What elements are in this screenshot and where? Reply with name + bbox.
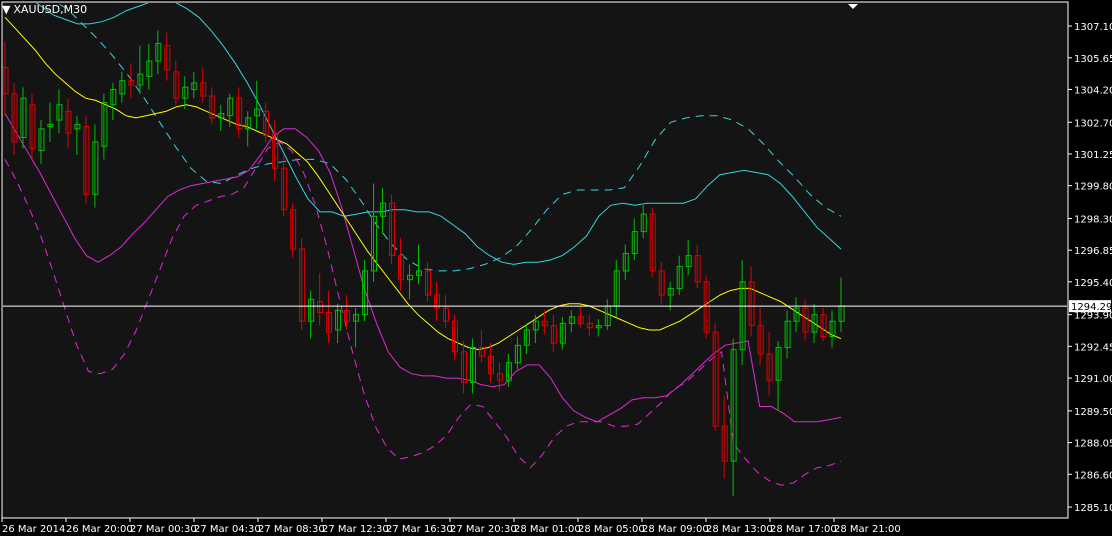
y-tick-label: 1298.30	[1074, 214, 1112, 225]
y-tick-label: 1288.05	[1074, 439, 1112, 450]
plot-area	[1, 1, 1069, 519]
y-tick-label: 1304.20	[1074, 85, 1112, 96]
symbol-title[interactable]: ▼ XAUUSD,M30	[2, 2, 87, 18]
x-tick-label: 27 Mar 20:30	[450, 524, 517, 535]
x-tick-label: 27 Mar 04:30	[194, 524, 261, 535]
y-tick-label: 1299.80	[1074, 182, 1112, 193]
x-tick-label: 28 Mar 13:00	[706, 524, 773, 535]
y-tick-label: 1302.70	[1074, 118, 1112, 129]
y-tick-label: 1286.60	[1074, 470, 1112, 481]
y-tick-label: 1289.50	[1074, 407, 1112, 418]
y-tick-label: 1305.65	[1074, 54, 1112, 65]
y-tick-label: 1285.10	[1074, 503, 1112, 514]
current-price-label: 1294.29	[1071, 302, 1112, 313]
y-tick-label: 1301.25	[1074, 150, 1112, 161]
y-tick-label: 1307.10	[1074, 22, 1112, 33]
symbol-label: XAUUSD,M30	[13, 3, 88, 16]
x-tick-label: 26 Mar 20:00	[66, 524, 133, 535]
y-tick-label: 1296.85	[1074, 246, 1112, 257]
y-tick-label: 1292.45	[1074, 342, 1112, 353]
y-tick-label: 1291.00	[1074, 374, 1112, 385]
x-tick-label: 27 Mar 08:30	[258, 524, 325, 535]
x-tick-label: 28 Mar 05:00	[578, 524, 645, 535]
x-tick-label: 26 Mar 2014	[2, 524, 65, 535]
x-tick-label: 27 Mar 00:30	[130, 524, 197, 535]
x-tick-label: 27 Mar 16:30	[386, 524, 453, 535]
triangle-down-icon[interactable]: ▼	[2, 2, 10, 18]
x-tick-label: 27 Mar 12:30	[322, 524, 389, 535]
price-chart[interactable]: 1307.10 1305.65 1304.20 1302.70 1301.25 1299.…	[0, 0, 1112, 536]
x-tick-label: 28 Mar 01:00	[514, 524, 581, 535]
x-tick-label: 28 Mar 21:00	[834, 524, 901, 535]
y-tick-label: 1295.40	[1074, 278, 1112, 289]
x-tick-label: 28 Mar 09:00	[642, 524, 709, 535]
x-tick-label: 28 Mar 17:00	[770, 524, 837, 535]
